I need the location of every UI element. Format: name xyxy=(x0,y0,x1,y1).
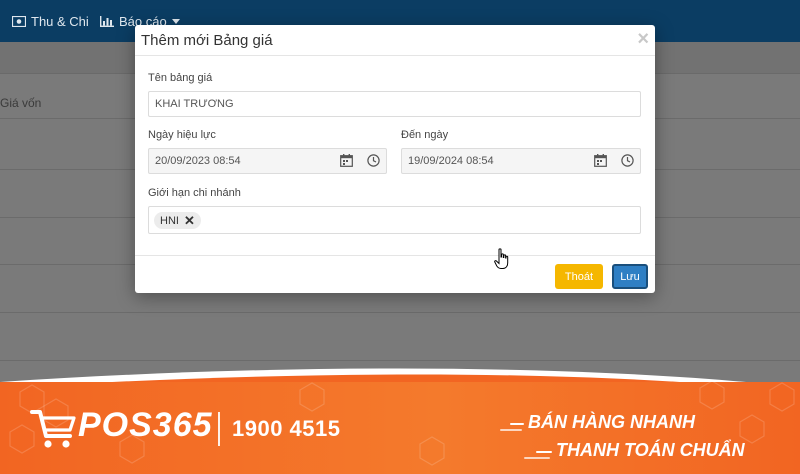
nav-label-thu-chi: Thu & Chi xyxy=(31,14,89,29)
branch-tag-label: HNI xyxy=(160,214,179,227)
save-button[interactable]: Lưu xyxy=(612,264,648,289)
speed-line xyxy=(524,457,550,459)
branch-select[interactable]: HNI ✕ xyxy=(148,206,641,234)
modal-title: Thêm mới Bảng giá xyxy=(141,32,273,49)
pos365-logo: POS365 xyxy=(78,406,213,444)
promo-banner: POS365 1900 4515 BÁN HÀNG NHANH THANH TO… xyxy=(0,382,800,474)
clock-icon[interactable] xyxy=(367,154,380,167)
add-price-list-modal: Thêm mới Bảng giá × Tên bảng giá KHAI TR… xyxy=(135,25,655,293)
start-date-label: Ngày hiệu lực xyxy=(148,129,216,141)
banner-divider xyxy=(218,412,220,446)
bar-chart-icon xyxy=(100,16,114,27)
exit-button[interactable]: Thoát xyxy=(555,264,603,289)
price-list-name-label: Tên bảng giá xyxy=(148,72,213,84)
table-divider xyxy=(0,360,800,361)
calendar-icon[interactable] xyxy=(340,154,353,167)
caret-down-icon xyxy=(171,19,180,24)
end-date-label: Đến ngày xyxy=(401,129,449,141)
column-header-gia-von: Giá vốn xyxy=(0,96,42,110)
slogan-sell-fast: BÁN HÀNG NHANH xyxy=(528,412,695,432)
clock-icon[interactable] xyxy=(621,154,634,167)
end-date-input[interactable]: 19/09/2024 08:54 xyxy=(401,148,641,174)
close-icon[interactable]: × xyxy=(637,28,649,50)
modal-header: Thêm mới Bảng giá × xyxy=(135,25,655,56)
price-list-name-input[interactable]: KHAI TRƯƠNG xyxy=(148,91,641,117)
slogan-pay-accurate: THANH TOÁN CHUẨN xyxy=(556,440,745,460)
speed-line xyxy=(510,423,524,425)
start-date-input[interactable]: 20/09/2023 08:54 xyxy=(148,148,387,174)
calendar-icon[interactable] xyxy=(594,154,607,167)
branch-limit-label: Giới hạn chi nhánh xyxy=(148,187,241,199)
shopping-cart-icon xyxy=(30,410,76,448)
start-date-value: 20/09/2023 08:54 xyxy=(155,155,241,167)
end-date-value: 19/09/2024 08:54 xyxy=(408,155,494,167)
table-divider xyxy=(0,312,800,313)
branch-tag: HNI ✕ xyxy=(154,212,201,229)
nav-item-thu-chi[interactable]: Thu & Chi xyxy=(12,14,89,29)
hotline-number: 1900 4515 xyxy=(232,416,341,441)
speed-line xyxy=(500,429,522,431)
money-icon xyxy=(12,16,26,27)
speed-line xyxy=(536,451,552,453)
price-list-name-value: KHAI TRƯƠNG xyxy=(155,98,234,110)
hand-cursor-icon xyxy=(494,248,509,269)
modal-footer: Thoát Lưu xyxy=(135,255,655,293)
remove-tag-icon[interactable]: ✕ xyxy=(184,214,195,227)
